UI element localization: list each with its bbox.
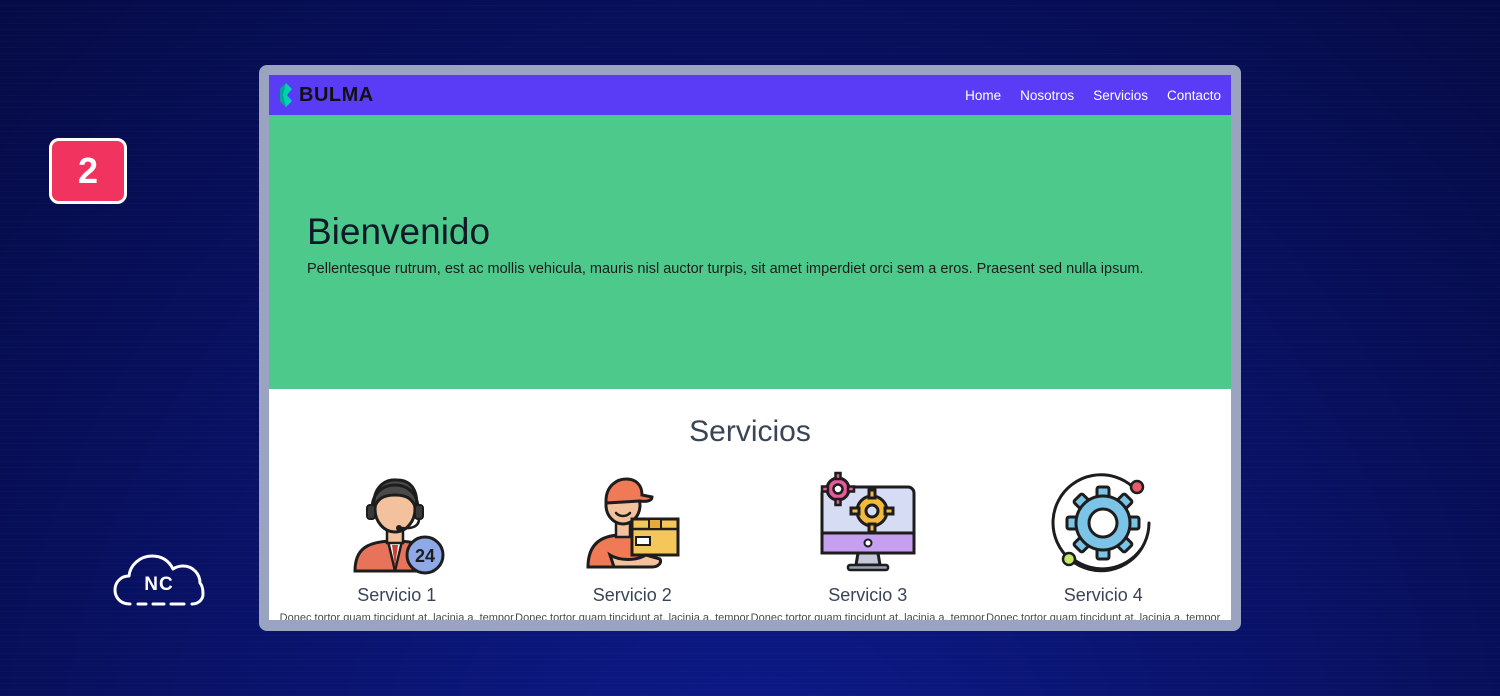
navbar: BULMA Home Nosotros Servicios Contacto	[269, 75, 1231, 115]
customer-support-24-icon: 24	[353, 478, 445, 575]
nav-link-home[interactable]: Home	[965, 88, 1001, 103]
delivery-person-icon	[586, 477, 680, 569]
gear-orbit-icon	[1051, 473, 1151, 573]
service-desc-3: Donec tortor quam tincidunt at, lacinia …	[750, 612, 985, 620]
hero-title: Bienvenido	[307, 211, 491, 252]
brand-name: BULMA	[299, 83, 374, 106]
service-card-1: 24 Servicio 1 Donec tortor quam tincidun…	[280, 471, 514, 620]
service-name-4: Servicio 4	[1063, 585, 1143, 605]
monitor-gears-icon	[820, 471, 916, 572]
bulma-logo-icon	[280, 83, 292, 107]
service-name-1: Servicio 1	[357, 585, 437, 605]
services-grid: 24 Servicio 1 Donec tortor quam tincidun…	[269, 471, 1231, 620]
service-name-2: Servicio 2	[592, 585, 672, 605]
nav-link-nosotros[interactable]: Nosotros	[1020, 88, 1074, 103]
browser-frame: BULMA Home Nosotros Servicios Contacto B…	[259, 65, 1241, 631]
navbar-brand[interactable]: BULMA	[278, 83, 374, 107]
service-name-3: Servicio 3	[828, 585, 908, 605]
nav-links: Home Nosotros Servicios Contacto	[965, 88, 1221, 103]
nc-cloud-logo: NC	[112, 548, 206, 610]
browser-viewport: BULMA Home Nosotros Servicios Contacto B…	[269, 75, 1231, 620]
svg-text:24: 24	[415, 546, 435, 566]
service-desc-1: Donec tortor quam tincidunt at, lacinia …	[279, 612, 514, 620]
service-card-3: Servicio 3 Donec tortor quam tincidunt a…	[751, 471, 985, 620]
service-card-4: Servicio 4 Donec tortor quam tincidunt a…	[986, 471, 1220, 620]
service-desc-2: Donec tortor quam tincidunt at, lacinia …	[515, 612, 750, 620]
hero-section: Bienvenido Pellentesque rutrum, est ac m…	[269, 115, 1231, 389]
nav-link-contacto[interactable]: Contacto	[1167, 88, 1221, 103]
service-card-2: Servicio 2 Donec tortor quam tincidunt a…	[515, 471, 749, 620]
services-section: Servicios 24 Servicio 1 Donec tortor qua…	[269, 389, 1231, 620]
services-title: Servicios	[689, 415, 811, 448]
step-badge: 2	[49, 138, 127, 204]
service-desc-4: Donec tortor quam tincidunt at, lacinia …	[986, 612, 1221, 620]
nav-link-servicios[interactable]: Servicios	[1093, 88, 1148, 103]
nc-logo-text: NC	[144, 574, 174, 595]
hero-text: Pellentesque rutrum, est ac mollis vehic…	[307, 261, 1144, 277]
